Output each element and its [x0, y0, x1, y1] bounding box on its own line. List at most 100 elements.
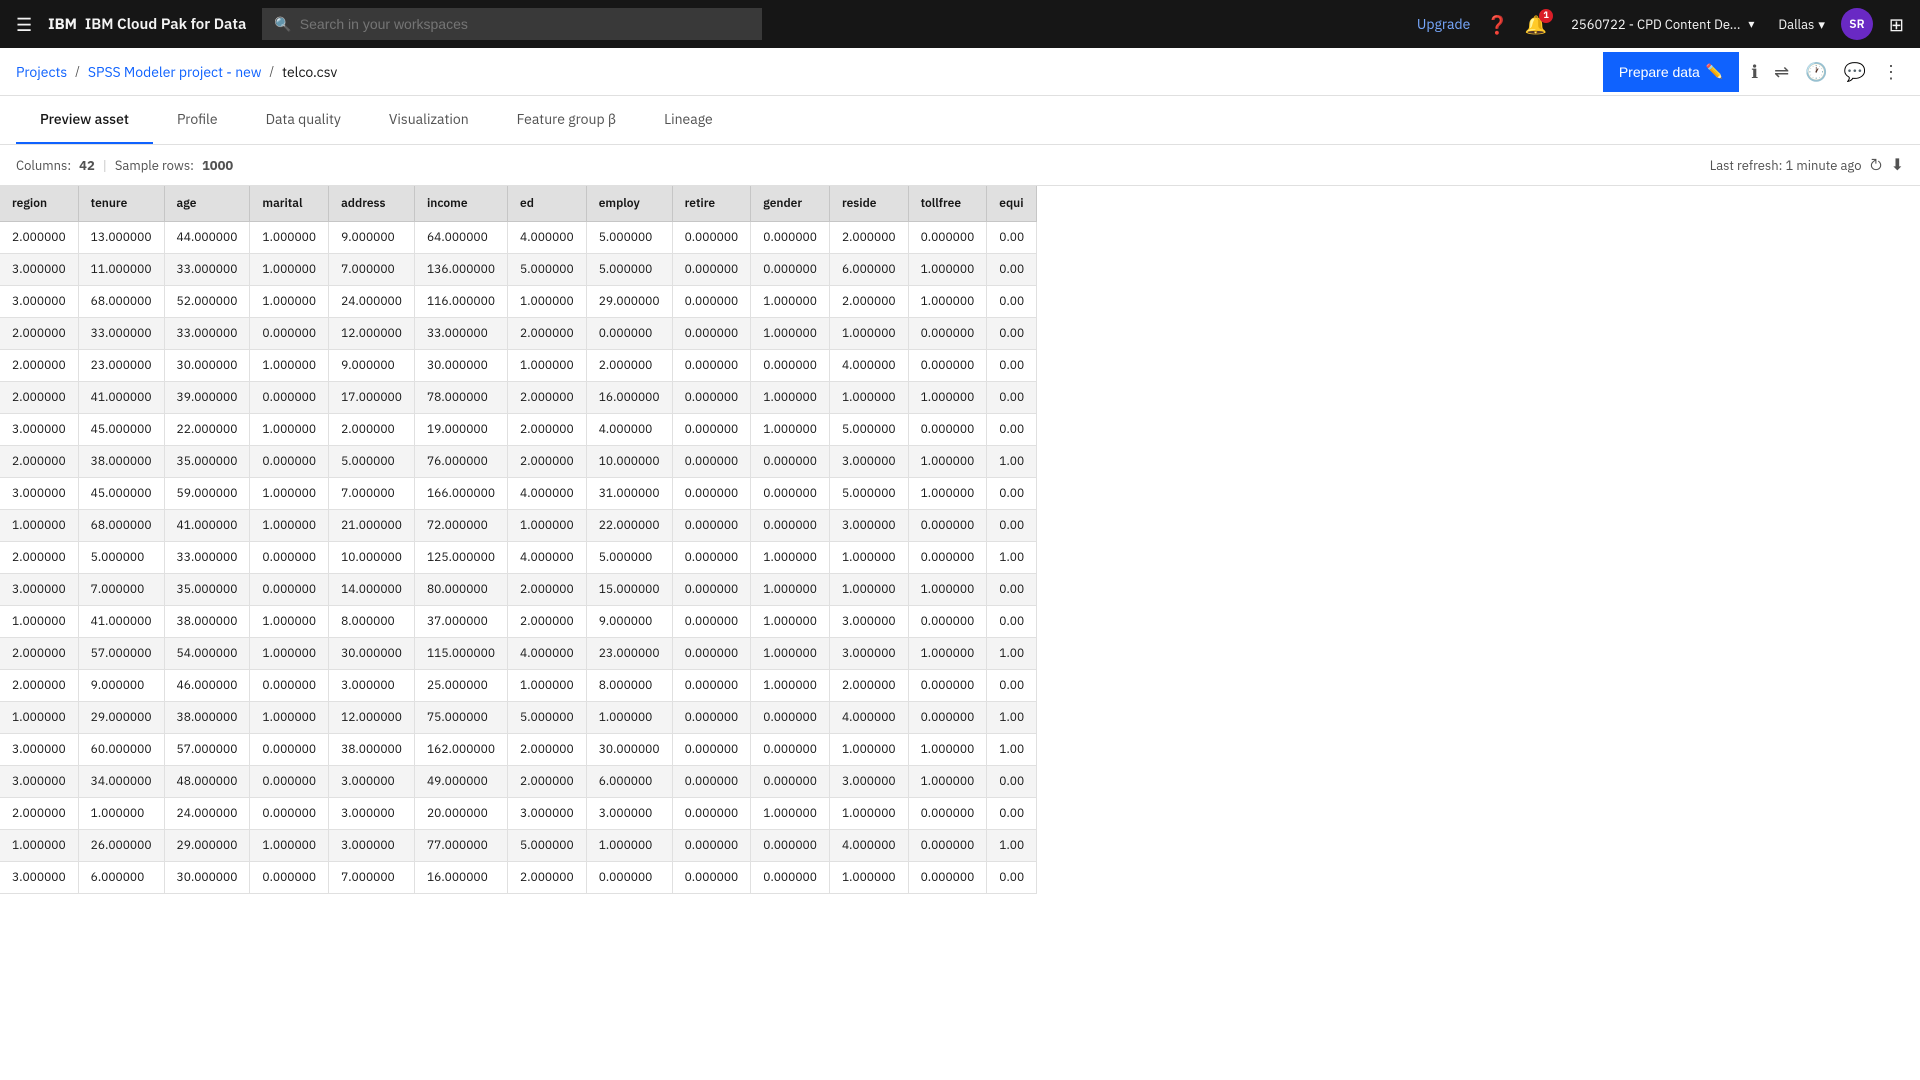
table-cell: 33.000000: [78, 318, 164, 350]
table-cell: 54.000000: [164, 638, 250, 670]
tab-preview-asset[interactable]: Preview asset: [16, 96, 153, 144]
table-cell: 1.000000: [908, 766, 987, 798]
table-cell: 4.000000: [829, 350, 908, 382]
table-cell: 1.000000: [250, 638, 329, 670]
table-cell: 13.000000: [78, 222, 164, 254]
prepare-data-edit-icon: ✏️: [1706, 63, 1723, 80]
table-cell: 19.000000: [414, 414, 507, 446]
table-cell: 30.000000: [164, 350, 250, 382]
download-icon[interactable]: ⬇: [1891, 155, 1904, 175]
tab-visualization[interactable]: Visualization: [365, 96, 493, 144]
table-cell: 33.000000: [164, 542, 250, 574]
search-input[interactable]: [300, 16, 751, 32]
table-row: 3.00000011.00000033.0000001.0000007.0000…: [0, 254, 1037, 286]
table-cell: 5.000000: [329, 446, 415, 478]
account-selector[interactable]: 2560722 - CPD Content De... ▾: [1563, 0, 1762, 48]
breadcrumb-sep-1: /: [75, 64, 80, 79]
table-cell: 0.000000: [751, 350, 830, 382]
help-icon[interactable]: ❓: [1486, 13, 1508, 36]
tab-feature-group[interactable]: Feature group β: [493, 96, 640, 144]
table-cell: 1.000000: [508, 286, 587, 318]
top-navigation: ☰ IBM IBM Cloud Pak for Data 🔍 Upgrade ❓…: [0, 0, 1920, 48]
upgrade-link[interactable]: Upgrade: [1417, 15, 1470, 33]
tab-profile[interactable]: Profile: [153, 96, 242, 144]
table-cell: 0.000000: [908, 798, 987, 830]
table-cell: 1.000000: [0, 830, 78, 862]
table-cell: 125.000000: [414, 542, 507, 574]
table-cell: 0.000000: [672, 734, 751, 766]
more-options-icon[interactable]: ⋮: [1878, 56, 1904, 87]
info-icon[interactable]: ℹ: [1747, 56, 1762, 87]
sample-rows-label: Sample rows:: [115, 157, 194, 174]
table-cell: 23.000000: [78, 350, 164, 382]
table-cell: 7.000000: [329, 254, 415, 286]
col-header-address: address: [329, 186, 415, 222]
data-table-wrapper[interactable]: region tenure age marital address income…: [0, 186, 1920, 1080]
table-row: 2.0000005.00000033.0000000.00000010.0000…: [0, 542, 1037, 574]
table-cell: 4.000000: [508, 542, 587, 574]
table-cell: 5.000000: [586, 542, 672, 574]
table-cell: 1.00: [987, 638, 1037, 670]
table-cell: 0.000000: [751, 478, 830, 510]
table-cell: 0.00: [987, 798, 1037, 830]
table-cell: 1.000000: [250, 702, 329, 734]
lineage-icon[interactable]: ⇌: [1770, 56, 1793, 87]
table-cell: 9.000000: [78, 670, 164, 702]
table-cell: 11.000000: [78, 254, 164, 286]
table-cell: 38.000000: [329, 734, 415, 766]
breadcrumb-projects[interactable]: Projects: [16, 63, 67, 81]
table-cell: 1.000000: [751, 606, 830, 638]
hamburger-menu-icon[interactable]: ☰: [16, 13, 32, 36]
search-bar[interactable]: 🔍: [262, 8, 762, 40]
table-cell: 0.000000: [908, 414, 987, 446]
table-cell: 80.000000: [414, 574, 507, 606]
table-row: 3.00000034.00000048.0000000.0000003.0000…: [0, 766, 1037, 798]
table-cell: 1.000000: [250, 350, 329, 382]
table-row: 1.00000041.00000038.0000001.0000008.0000…: [0, 606, 1037, 638]
breadcrumb-project[interactable]: SPSS Modeler project - new: [88, 63, 262, 81]
table-cell: 1.00: [987, 734, 1037, 766]
prepare-data-label: Prepare data: [1619, 64, 1700, 80]
table-cell: 38.000000: [164, 606, 250, 638]
table-row: 2.00000033.00000033.0000000.00000012.000…: [0, 318, 1037, 350]
table-cell: 2.000000: [508, 382, 587, 414]
table-cell: 5.000000: [586, 222, 672, 254]
table-cell: 115.000000: [414, 638, 507, 670]
col-header-employ: employ: [586, 186, 672, 222]
table-cell: 35.000000: [164, 446, 250, 478]
app-logo: IBM IBM Cloud Pak for Data: [48, 15, 246, 34]
history-icon[interactable]: 🕐: [1801, 56, 1831, 87]
table-cell: 46.000000: [164, 670, 250, 702]
table-cell: 45.000000: [78, 478, 164, 510]
refresh-icon[interactable]: ↻: [1869, 155, 1882, 175]
table-cell: 0.000000: [672, 606, 751, 638]
prepare-data-button[interactable]: Prepare data ✏️: [1603, 52, 1739, 92]
table-cell: 0.000000: [908, 222, 987, 254]
table-cell: 1.000000: [751, 318, 830, 350]
comment-icon[interactable]: 💬: [1840, 56, 1870, 87]
table-cell: 0.000000: [751, 862, 830, 894]
notifications-icon[interactable]: 🔔 1: [1525, 13, 1547, 36]
table-cell: 5.000000: [829, 478, 908, 510]
table-cell: 1.000000: [908, 382, 987, 414]
table-cell: 48.000000: [164, 766, 250, 798]
table-cell: 72.000000: [414, 510, 507, 542]
table-cell: 3.000000: [329, 766, 415, 798]
location-selector[interactable]: Dallas ▾: [1778, 16, 1824, 33]
table-cell: 2.000000: [508, 734, 587, 766]
tab-data-quality[interactable]: Data quality: [242, 96, 365, 144]
table-cell: 0.000000: [672, 478, 751, 510]
table-cell: 17.000000: [329, 382, 415, 414]
apps-grid-icon[interactable]: ⊞: [1889, 13, 1904, 36]
table-cell: 60.000000: [78, 734, 164, 766]
table-cell: 0.000000: [672, 382, 751, 414]
table-cell: 16.000000: [586, 382, 672, 414]
table-cell: 2.000000: [0, 638, 78, 670]
table-cell: 1.000000: [78, 798, 164, 830]
table-cell: 7.000000: [329, 478, 415, 510]
table-stats: Columns: 42 | Sample rows: 1000: [16, 157, 233, 174]
avatar[interactable]: SR: [1841, 8, 1873, 40]
table-cell: 0.00: [987, 510, 1037, 542]
table-cell: 3.000000: [829, 446, 908, 478]
tab-lineage[interactable]: Lineage: [640, 96, 737, 144]
